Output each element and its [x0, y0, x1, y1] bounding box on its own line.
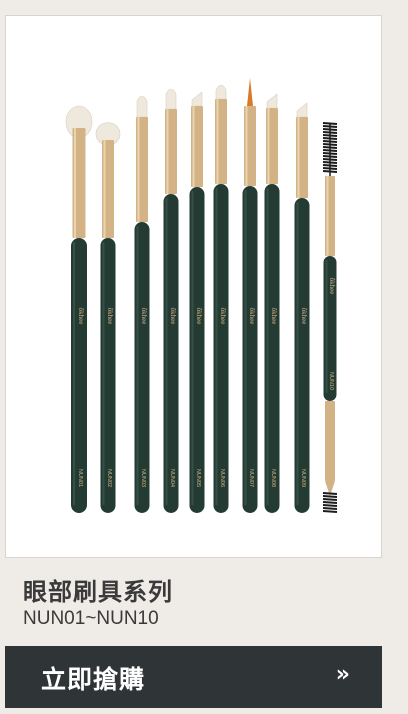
brand-logo: ôkhee [106, 308, 114, 325]
brush-set-illustration: ôkhee NUN01 ôkhee NUN02 ôkhee NUN03 ôkhee NUN04… [65, 78, 338, 513]
brush-code-label: NUN01 [77, 469, 83, 487]
brush-code-label: NUN03 [140, 469, 146, 487]
brush-code-label: NUN09 [300, 469, 306, 487]
brand-logo: ôkhee [270, 308, 278, 325]
brush-code-label: NUN10 [328, 372, 334, 390]
product-card[interactable]: ôkhee NUN01 ôkhee NUN02 ôkhee NUN03 ôkhee NUN04… [5, 15, 382, 708]
brand-logo: ôkhee [195, 308, 203, 325]
product-title: 眼部刷具系列 [23, 578, 173, 606]
brush-code-label: NUN04 [169, 469, 175, 487]
brush-code-label: NUN05 [195, 469, 201, 487]
brand-logo: ôkhee [219, 308, 227, 325]
brand-logo: ôkhee [328, 278, 336, 295]
brand-logo: ôkhee [248, 308, 256, 325]
product-info: 眼部刷具系列 NUN01~NUN10 [5, 558, 382, 646]
brand-logo: ôkhee [140, 308, 148, 325]
brush-4: ôkhee NUN04 [163, 88, 179, 513]
buy-now-button[interactable]: 立即搶購 » [5, 646, 382, 708]
brush-10: ôkhee NUN10 [322, 122, 338, 513]
brush-code-label: NUN07 [248, 469, 254, 487]
double-chevron-right-icon: » [335, 662, 350, 687]
product-code-range: NUN01~NUN10 [23, 608, 159, 629]
buy-now-label: 立即搶購 [41, 665, 146, 694]
brush-7: ôkhee NUN07 [242, 78, 258, 513]
brush-6: ôkhee NUN06 [213, 84, 229, 513]
brush-9: ôkhee NUN09 [294, 102, 310, 513]
brand-logo: ôkhee [77, 308, 85, 325]
brand-logo: ôkhee [169, 308, 177, 325]
brush-code-label: NUN08 [270, 469, 276, 487]
brand-logo: ôkhee [300, 308, 308, 325]
brush-1: ôkhee NUN01 [65, 105, 93, 513]
product-image[interactable]: ôkhee NUN01 ôkhee NUN02 ôkhee NUN03 ôkhee NUN04… [5, 15, 382, 558]
brush-2: ôkhee NUN02 [95, 122, 121, 513]
brush-8: ôkhee NUN08 [264, 93, 280, 513]
brush-code-label: NUN02 [106, 469, 112, 487]
brush-5: ôkhee NUN05 [189, 91, 205, 513]
brush-code-label: NUN06 [219, 469, 225, 487]
brush-3: ôkhee NUN03 [134, 95, 150, 513]
